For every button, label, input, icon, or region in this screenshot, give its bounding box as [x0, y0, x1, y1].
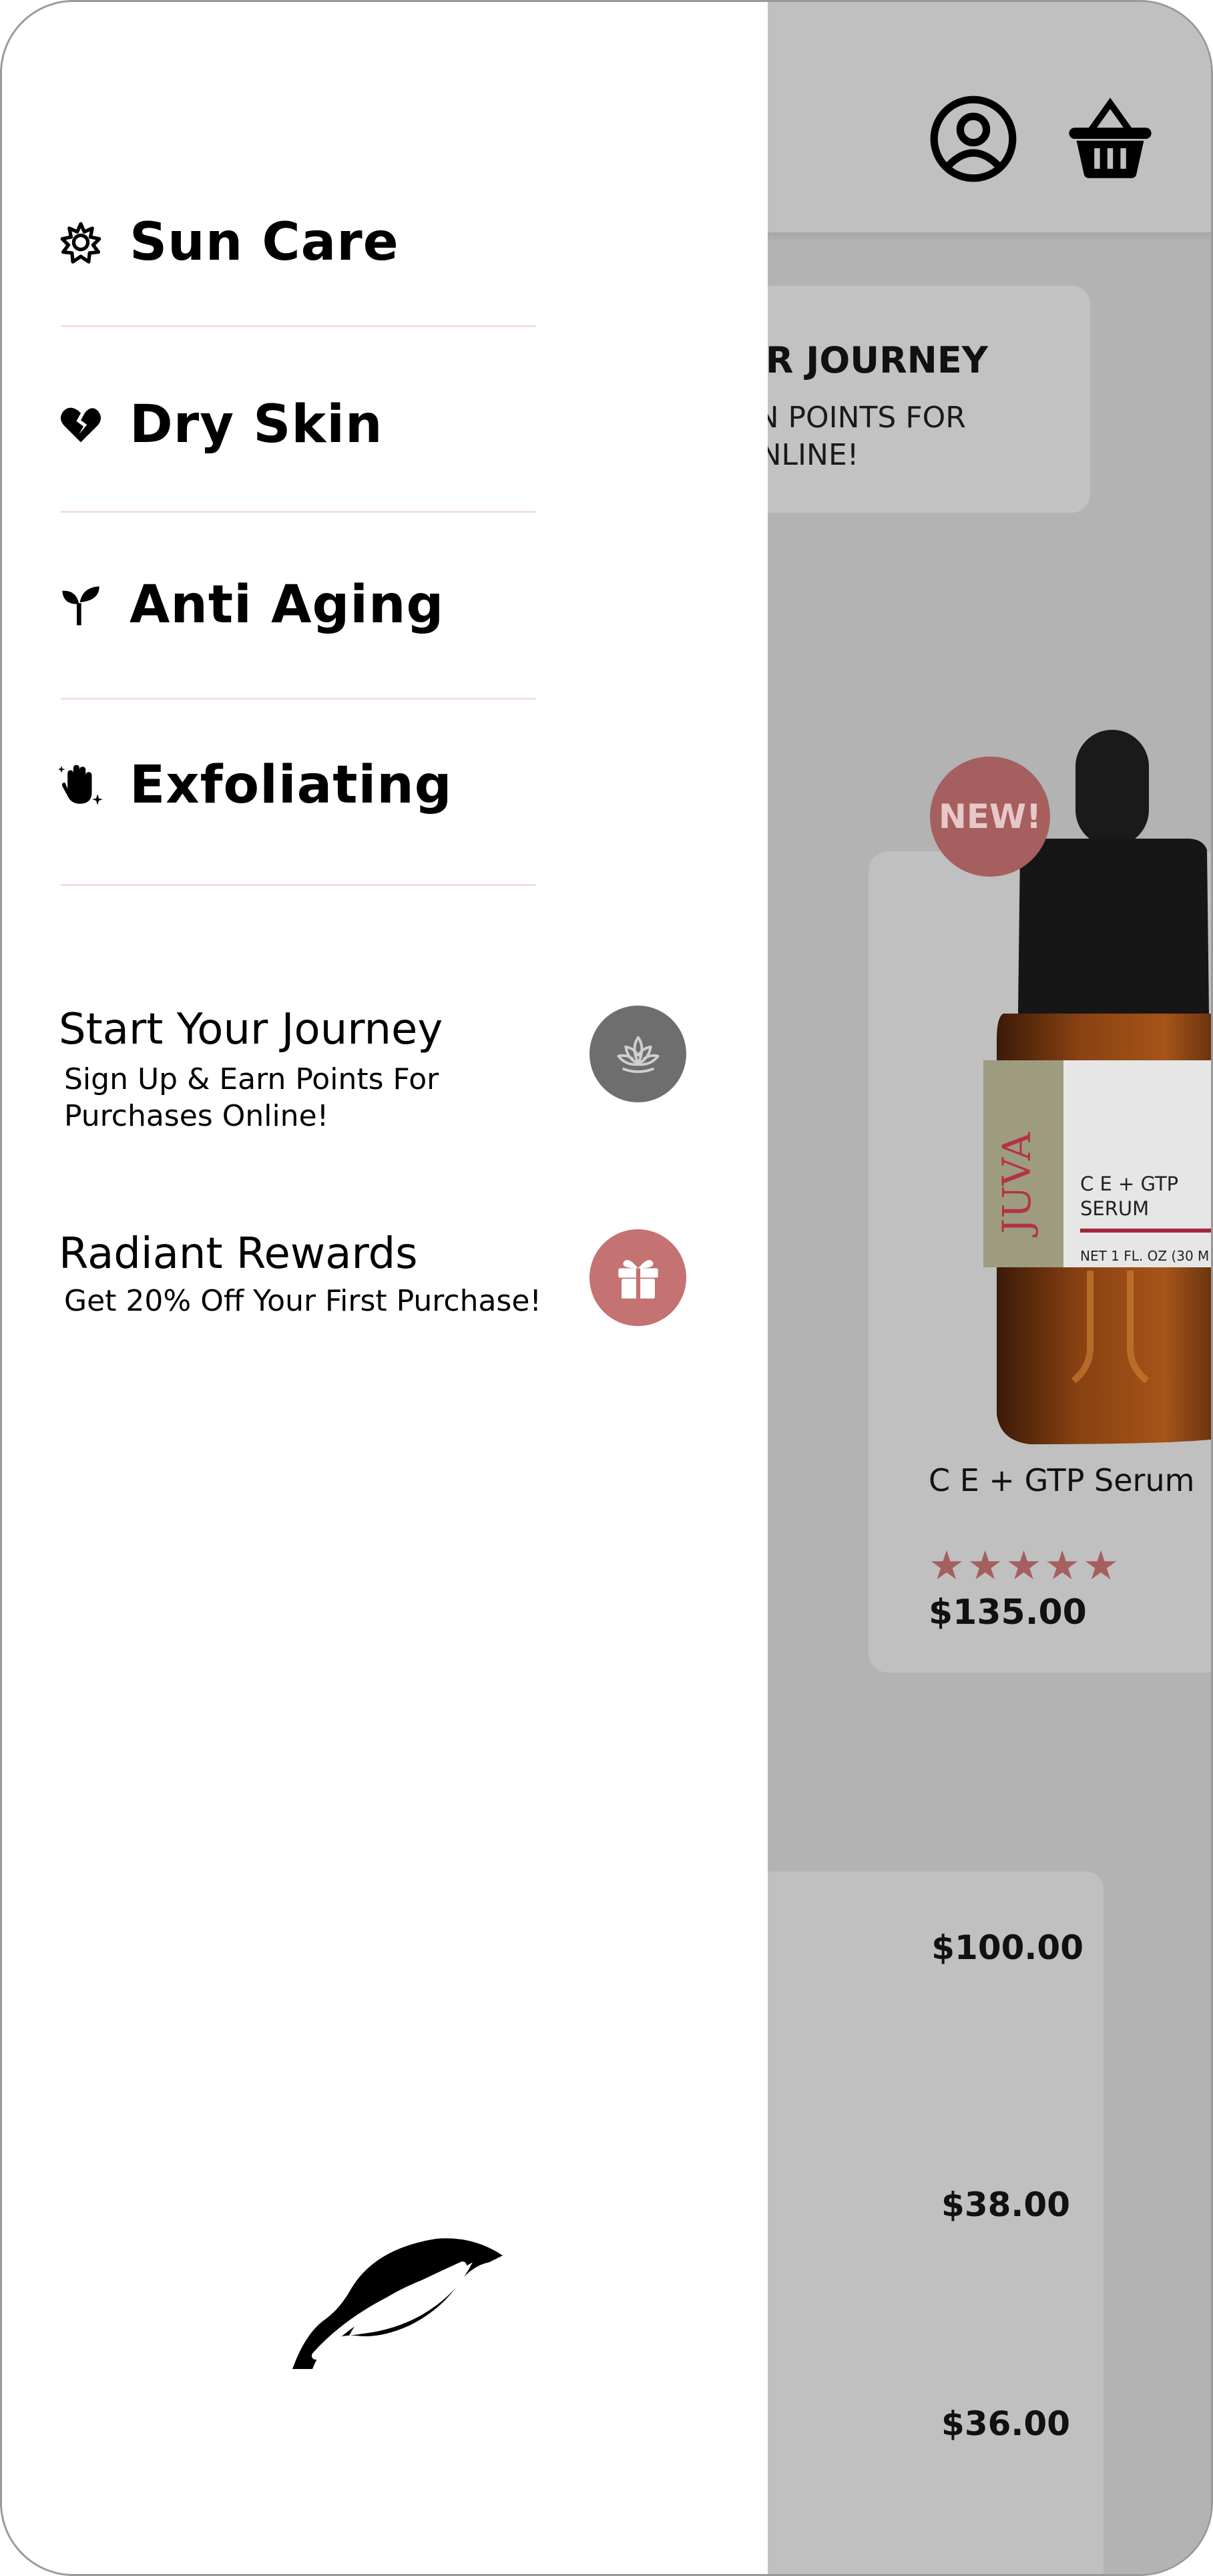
gift-icon [612, 1251, 664, 1305]
rating-stars: ★★★★★ [929, 1542, 1122, 1589]
lotus-icon [612, 1027, 664, 1082]
promo-subtitle-line: Purchases Online! [64, 1099, 329, 1133]
bottle-label-line: SERUM [1080, 1197, 1149, 1220]
leaf-logo-icon [292, 2238, 503, 2369]
category-label: Anti Aging [130, 575, 445, 635]
divider [61, 511, 536, 513]
category-anti-aging[interactable]: Anti Aging [59, 552, 539, 658]
broken-heart-icon [59, 403, 103, 447]
list-item-price: $38.00 [941, 2185, 1070, 2224]
bottle-label-net: NET 1 FL. OZ (30 M [1080, 1248, 1209, 1264]
phone-screen: UR JOURNEY RN POINTS FOR ONLINE! C E + G… [0, 0, 1213, 2576]
divider [61, 884, 536, 886]
sprout-icon [59, 583, 103, 627]
side-drawer: Sun Care Dry Skin Anti Aging Exfoliating [2, 2, 768, 2574]
category-dry-skin[interactable]: Dry Skin [59, 371, 539, 478]
category-label: Sun Care [130, 212, 399, 272]
list-item-price: $100.00 [931, 1928, 1083, 1967]
product-name: C E + GTP Serum [929, 1462, 1195, 1498]
banner-title: UR JOURNEY [736, 339, 988, 381]
list-item-price: $36.00 [941, 2404, 1070, 2443]
banner-text-line: RN POINTS FOR [736, 401, 966, 435]
category-label: Dry Skin [130, 395, 383, 455]
promo-start-journey-button[interactable] [589, 1006, 686, 1102]
hand-sparkle-icon [59, 763, 103, 807]
promo-radiant-rewards-button[interactable] [589, 1229, 686, 1326]
shopping-basket-icon[interactable] [1063, 92, 1157, 186]
sun-icon [59, 220, 103, 264]
divider [61, 698, 536, 700]
category-exfoliating[interactable]: Exfoliating [59, 732, 539, 839]
new-badge: NEW! [930, 757, 1050, 877]
category-sun-care[interactable]: Sun Care [59, 189, 539, 296]
divider [61, 325, 536, 327]
banner-text: RN POINTS FOR ONLINE! [736, 399, 966, 474]
bottle-brand: JUVA [994, 1132, 1039, 1237]
product-price: $135.00 [929, 1592, 1087, 1633]
category-label: Exfoliating [130, 755, 453, 815]
account-circle-icon[interactable] [927, 92, 1020, 186]
bottle-label-line: C E + GTP [1080, 1172, 1178, 1195]
banner-text-line: ONLINE! [736, 438, 859, 472]
